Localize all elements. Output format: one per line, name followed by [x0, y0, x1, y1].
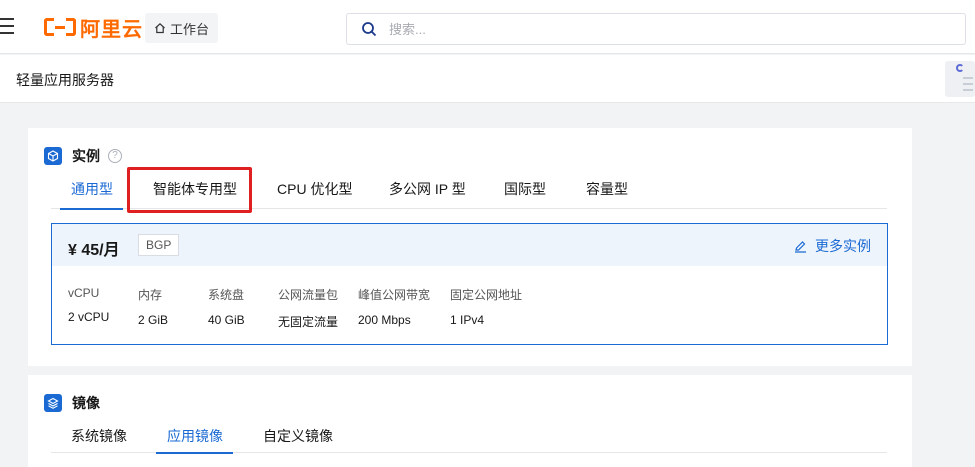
instance-section: 实例 ? 通用型 智能体专用型 CPU 优化型 多公网 IP 型 国际型 容量型… [28, 128, 912, 366]
spec-value: 2 vCPU [68, 310, 110, 324]
instance-section-title: 实例 [72, 148, 100, 164]
spec-value: 40 GiB [208, 313, 245, 327]
top-navigation-bar: 阿里云 工作台 [0, 0, 975, 54]
spec-vcpu: vCPU 2 vCPU [68, 286, 109, 324]
search-box[interactable] [346, 13, 966, 45]
more-instances-label: 更多实例 [815, 238, 871, 254]
workbench-button[interactable]: 工作台 [145, 13, 219, 43]
plan-price: ¥ 45/月 [68, 242, 120, 259]
aliyun-logo[interactable]: 阿里云 [44, 14, 143, 41]
spec-label: 固定公网地址 [450, 288, 523, 302]
workbench-label: 工作台 [170, 21, 210, 37]
plan-card-header: ¥ 45/月 BGP 更多实例 [52, 224, 887, 266]
menu-icon[interactable] [0, 18, 14, 36]
spec-memory: 内存 2 GiB [138, 286, 168, 327]
spec-public-ip: 固定公网地址 1 IPv4 [450, 286, 522, 327]
image-section-header: 镜像 [44, 393, 100, 413]
cube-icon [44, 147, 62, 165]
spec-value: 2 GiB [138, 313, 169, 327]
tab-international[interactable]: 国际型 [504, 177, 546, 209]
spec-label: 内存 [138, 288, 163, 302]
network-tag: BGP [138, 234, 180, 256]
spec-peak-bandwidth: 峰值公网带宽 200 Mbps [358, 286, 430, 327]
aliyun-logo-mark [44, 16, 76, 38]
help-icon[interactable]: ? [108, 149, 122, 163]
tab-multi-ip[interactable]: 多公网 IP 型 [389, 177, 466, 209]
refresh-icon [956, 64, 964, 72]
search-input[interactable] [389, 21, 889, 37]
instance-section-header: 实例 ? [44, 146, 122, 166]
logo-text: 阿里云 [80, 18, 143, 41]
tab-cpu-optimized[interactable]: CPU 优化型 [277, 177, 352, 209]
image-section-title: 镜像 [72, 395, 100, 411]
page-title: 轻量应用服务器 [16, 72, 114, 88]
tab-system-image[interactable]: 系统镜像 [71, 424, 127, 453]
tab-capacity[interactable]: 容量型 [586, 177, 628, 209]
spec-traffic-package: 公网流量包 无固定流量 [278, 286, 338, 330]
highlight-annotation [127, 167, 252, 213]
image-type-tabs: 系统镜像 应用镜像 自定义镜像 [51, 424, 887, 454]
home-icon [155, 22, 165, 34]
layers-icon [44, 394, 62, 412]
edit-icon [795, 240, 806, 253]
tab-custom-image[interactable]: 自定义镜像 [263, 424, 333, 453]
spec-value: 无固定流量 [278, 315, 339, 329]
spec-system-disk: 系统盘 40 GiB [208, 286, 245, 327]
spec-label: vCPU [68, 286, 100, 300]
tab-general[interactable]: 通用型 [60, 177, 123, 210]
tab-app-image[interactable]: 应用镜像 [156, 424, 233, 454]
spec-value: 1 IPv4 [450, 313, 485, 327]
page-header: 轻量应用服务器 [0, 55, 975, 103]
spec-label: 系统盘 [208, 288, 245, 302]
spec-value: 200 Mbps [358, 313, 411, 327]
more-instances-link[interactable]: 更多实例 [794, 236, 871, 256]
search-icon [362, 22, 377, 37]
instance-plan-card[interactable]: ¥ 45/月 BGP 更多实例 vCPU 2 vCPU 内存 2 GiB 系统盘… [51, 223, 888, 345]
spec-label: 峰值公网带宽 [358, 288, 431, 302]
side-panel-toggle[interactable] [945, 61, 975, 97]
spec-label: 公网流量包 [278, 288, 339, 302]
image-section: 镜像 系统镜像 应用镜像 自定义镜像 [28, 375, 912, 467]
